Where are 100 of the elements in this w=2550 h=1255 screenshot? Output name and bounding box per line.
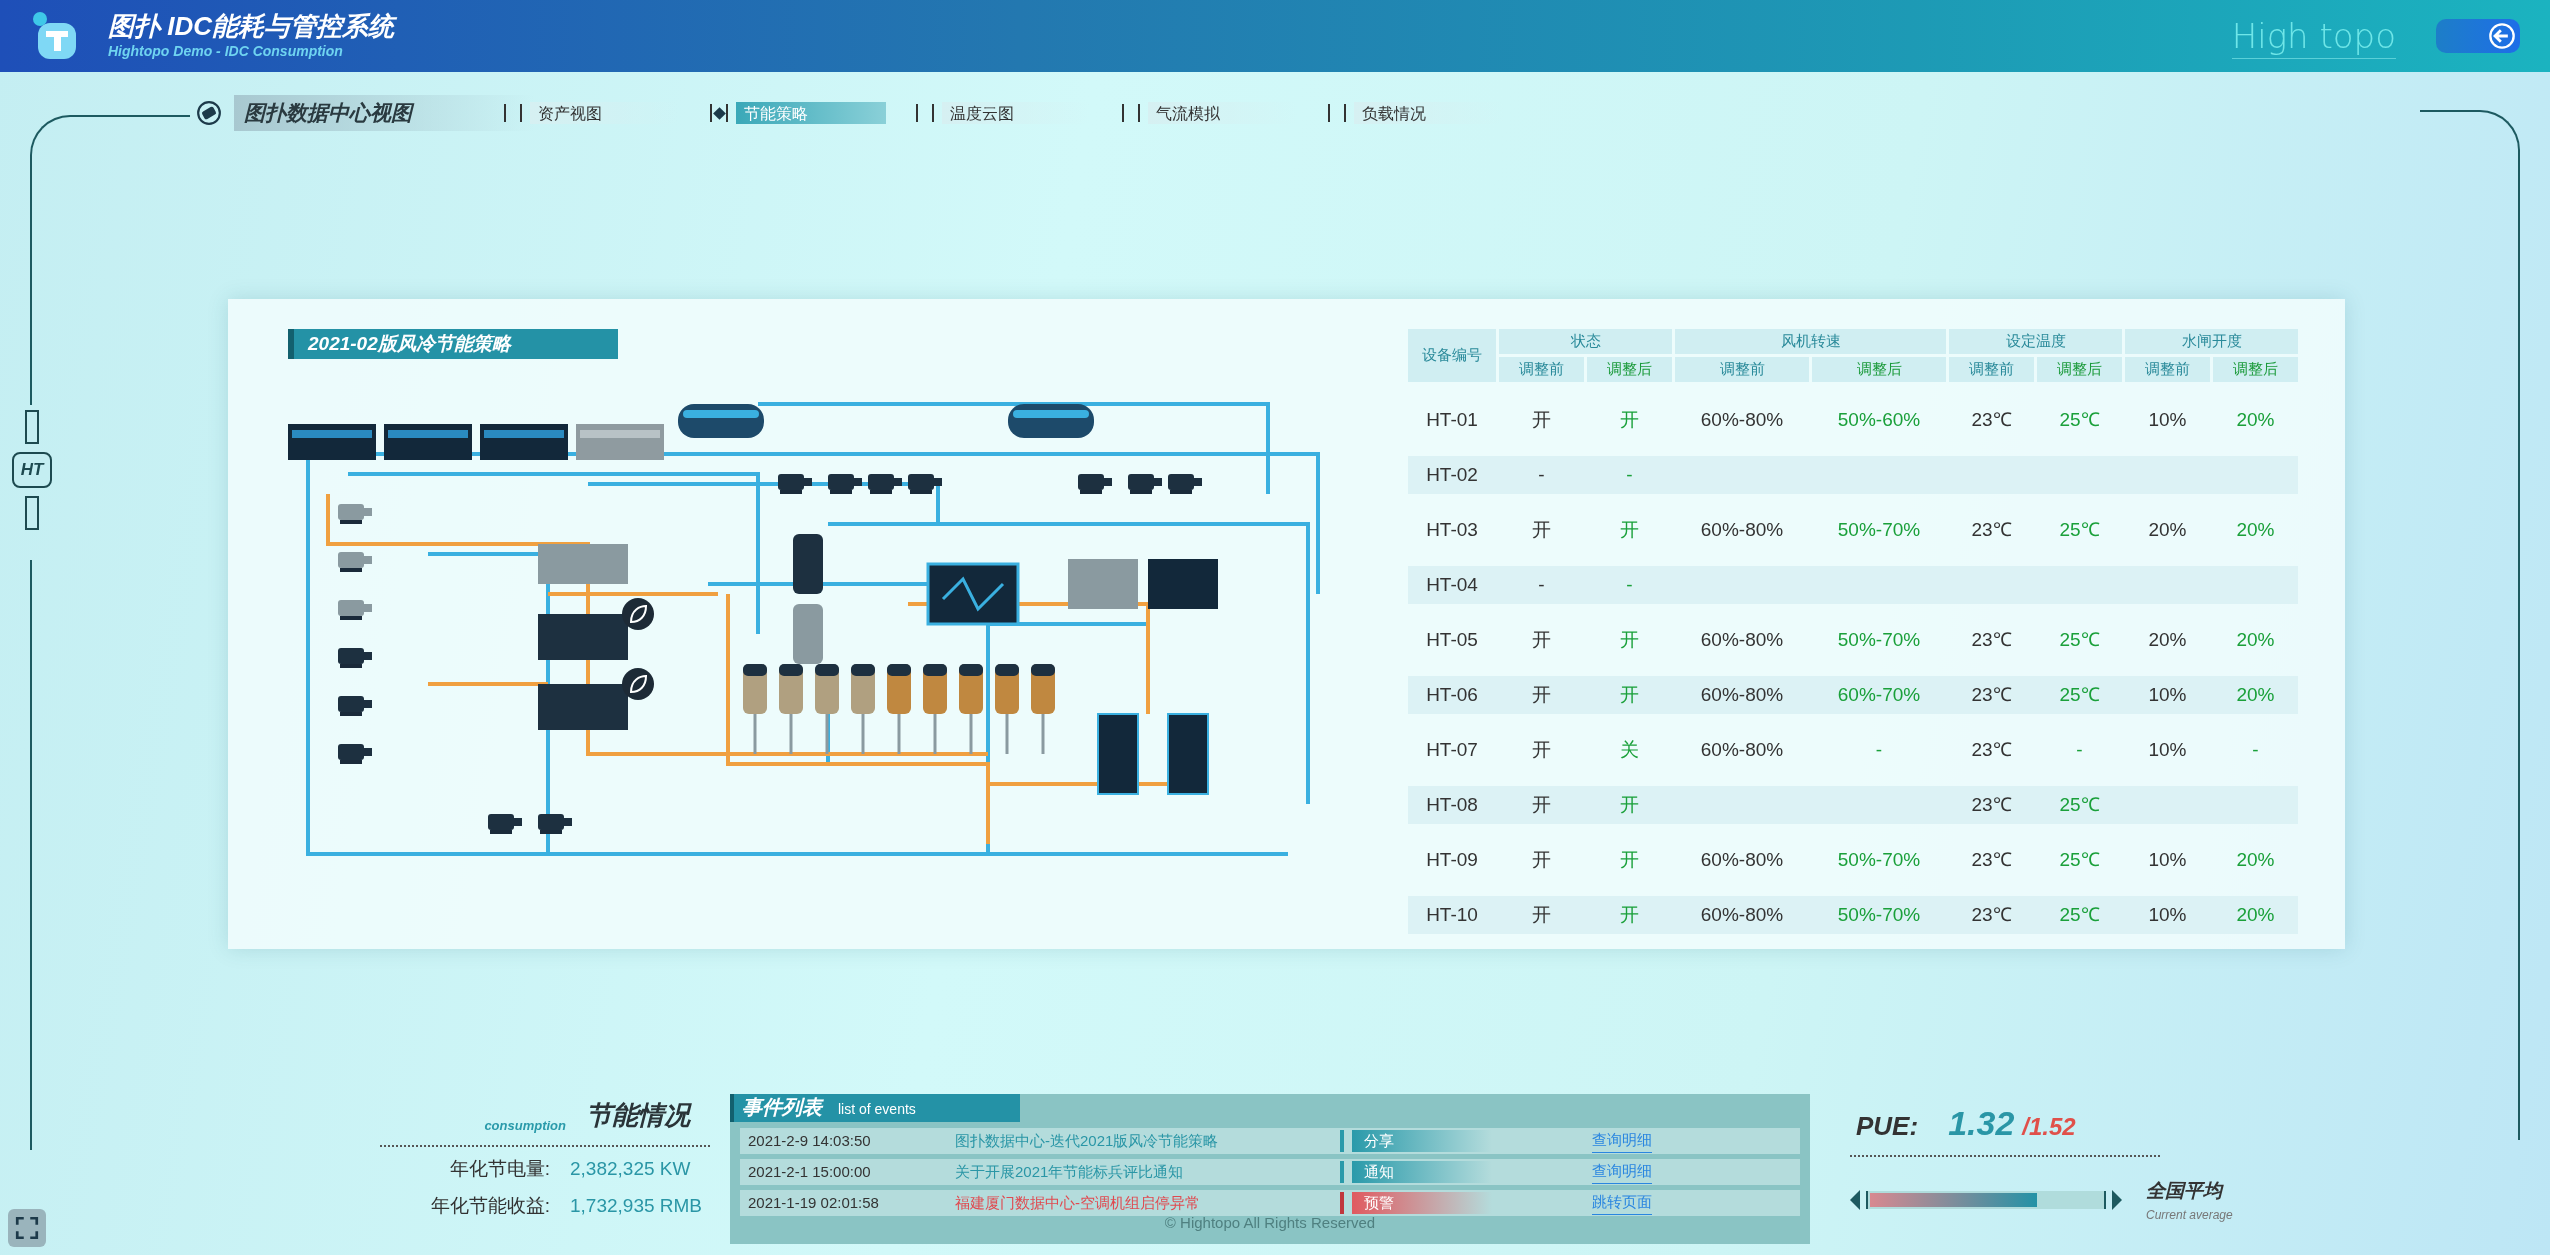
brand-text: High topo <box>2231 13 2396 59</box>
table-cell-text: HT-02 <box>1425 462 1479 487</box>
table-cell-text: 50%-70% <box>1836 627 1922 652</box>
stat-label: 年化节电量: <box>448 1157 550 1181</box>
table-cell-text: 60%-80% <box>1699 682 1785 707</box>
pue-target: /1.52 <box>2022 1112 2076 1142</box>
stat-label: 年化节能收益: <box>429 1193 550 1218</box>
table-cell-text: HT-07 <box>1425 737 1479 762</box>
table-cell-text: 开 <box>1619 902 1640 927</box>
table-cell-text: 25℃ <box>2058 792 2101 817</box>
fullscreen-button[interactable] <box>8 1209 46 1247</box>
table-cell-text: 开 <box>1619 792 1640 817</box>
bracket-icon <box>504 104 522 122</box>
event-time: 2021-2-9 14:03:50 <box>747 1130 872 1151</box>
column-group-header: 水闸开度 <box>2125 329 2298 354</box>
table-cell-text: 50%-60% <box>1836 407 1922 432</box>
fullscreen-icon <box>14 1215 40 1241</box>
column-group-header: 状态 <box>1499 329 1672 354</box>
table-cell-text: 23℃ <box>1970 517 2013 542</box>
column-header: 调整后 <box>2213 357 2298 382</box>
table-cell-text: 开 <box>1531 407 1552 432</box>
table-cell-text: - <box>2075 737 2084 762</box>
table-cell-text: 开 <box>1531 682 1552 707</box>
table-cell-text: 20% <box>2235 517 2276 542</box>
table-cell-text: 20% <box>2147 517 2188 542</box>
table-cell-text: 25℃ <box>2058 407 2101 432</box>
event-text: 关于开展2021年节能标兵评比通知 <box>955 1161 1185 1182</box>
table-cell-text: 25℃ <box>2058 847 2101 872</box>
table-cell-text: 开 <box>1531 737 1552 762</box>
table-cell-text: 开 <box>1531 627 1552 652</box>
event-row[interactable]: 2021-1-19 02:01:58 福建厦门数据中心-空调机组启停异常 预警 跳转页面 <box>740 1190 1800 1216</box>
table-cell-text: 关 <box>1619 737 1640 762</box>
table-cell-text: 10% <box>2147 737 2188 762</box>
column-header: 设备编号 <box>1408 329 1496 382</box>
pue-value: 1.32 <box>1948 1103 2015 1144</box>
table-cell-text: 23℃ <box>1970 847 2013 872</box>
table-cell-text: 23℃ <box>1970 407 2013 432</box>
column-header: 调整前 <box>1499 357 1584 382</box>
table-cell-text: 10% <box>2147 407 2188 432</box>
table-cell-text: 10% <box>2147 847 2188 872</box>
table-cell-text: 开 <box>1531 792 1552 817</box>
table-cell-text: 60%-70% <box>1836 682 1922 707</box>
table-cell-text: HT-03 <box>1425 517 1479 542</box>
table-cell-text: 20% <box>2235 407 2276 432</box>
events-subtitle: list of events <box>838 1100 916 1119</box>
table-cell-text: 23℃ <box>1970 627 2013 652</box>
pue-label: PUE: <box>1856 1110 1919 1143</box>
table-cell-text: 开 <box>1619 627 1640 652</box>
event-row[interactable]: 2021-2-9 14:03:50 图扑数据中心-迭代2021版风冷节能策略 分享 查询明细 <box>740 1128 1800 1154</box>
table-cell-text: 60%-80% <box>1699 407 1785 432</box>
bracket-icon <box>916 104 934 122</box>
back-button[interactable] <box>2436 19 2520 53</box>
column-header: 调整后 <box>1812 357 1946 382</box>
event-row[interactable]: 2021-2-1 15:00:00 关于开展2021年节能标兵评比通知 通知 查询明细 <box>740 1159 1800 1185</box>
table-cell-text: 23℃ <box>1970 792 2013 817</box>
table-cell-text: 开 <box>1619 517 1640 542</box>
average-title: 全国平均 <box>2146 1179 2225 1203</box>
copyright-text: © Hightopo All Rights Reserved <box>1164 1213 1376 1233</box>
table-cell-text: HT-09 <box>1425 847 1479 872</box>
column-header: 调整前 <box>1949 357 2034 382</box>
table-cell-text: 23℃ <box>1970 902 2013 927</box>
table-cell-text: 开 <box>1531 847 1552 872</box>
app-subtitle: Hightopo Demo - IDC Consumption <box>108 41 344 61</box>
table-cell-text: HT-01 <box>1425 407 1479 432</box>
table-cell-text: - <box>1874 737 1884 762</box>
table-cell-text: 25℃ <box>2058 902 2101 927</box>
table-cell-text: HT-06 <box>1425 682 1479 707</box>
bracket-icon <box>1328 104 1346 122</box>
table-cell-text: - <box>1625 462 1634 487</box>
table-cell-text: 25℃ <box>2058 517 2101 542</box>
table-cell-text: 60%-80% <box>1699 627 1785 652</box>
table-cell-text: - <box>2251 737 2260 762</box>
side-bracket-icon <box>25 496 39 530</box>
table-cell-text: 60%-80% <box>1699 847 1785 872</box>
table-cell-text: 开 <box>1531 902 1552 927</box>
table-cell-text: 开 <box>1531 517 1552 542</box>
side-bracket-icon <box>25 410 39 444</box>
table-cell-text: 60%-80% <box>1699 517 1785 542</box>
table-cell-text: HT-04 <box>1425 572 1479 597</box>
table-cell-text: 20% <box>2235 902 2276 927</box>
table-cell-text: 50%-70% <box>1836 902 1922 927</box>
table-cell-text: 23℃ <box>1970 682 2013 707</box>
column-header: 调整后 <box>1587 357 1672 382</box>
stat-value: 1,732,935 RMB <box>570 1193 703 1218</box>
event-time: 2021-2-1 15:00:00 <box>747 1161 872 1182</box>
table-cell-text: HT-10 <box>1425 902 1479 927</box>
table-cell-text: 25℃ <box>2058 627 2101 652</box>
column-group-header: 设定温度 <box>1949 329 2122 354</box>
table-cell-text: 50%-70% <box>1836 517 1922 542</box>
table-cell-text: - <box>1537 572 1546 597</box>
event-text: 图扑数据中心-迭代2021版风冷节能策略 <box>955 1130 1220 1151</box>
table-cell-text: 20% <box>2235 682 2276 707</box>
column-group-header: 风机转速 <box>1675 329 1946 354</box>
table-cell-text: 10% <box>2147 902 2188 927</box>
event-tag: 预警 <box>1352 1192 1492 1214</box>
consumption-title: 节能情况 <box>586 1099 690 1132</box>
stat-value: 2,382,325 KW <box>570 1157 691 1181</box>
view-icon <box>196 100 222 126</box>
right-caret-icon <box>2112 1190 2122 1211</box>
side-badge: HT <box>12 452 52 488</box>
